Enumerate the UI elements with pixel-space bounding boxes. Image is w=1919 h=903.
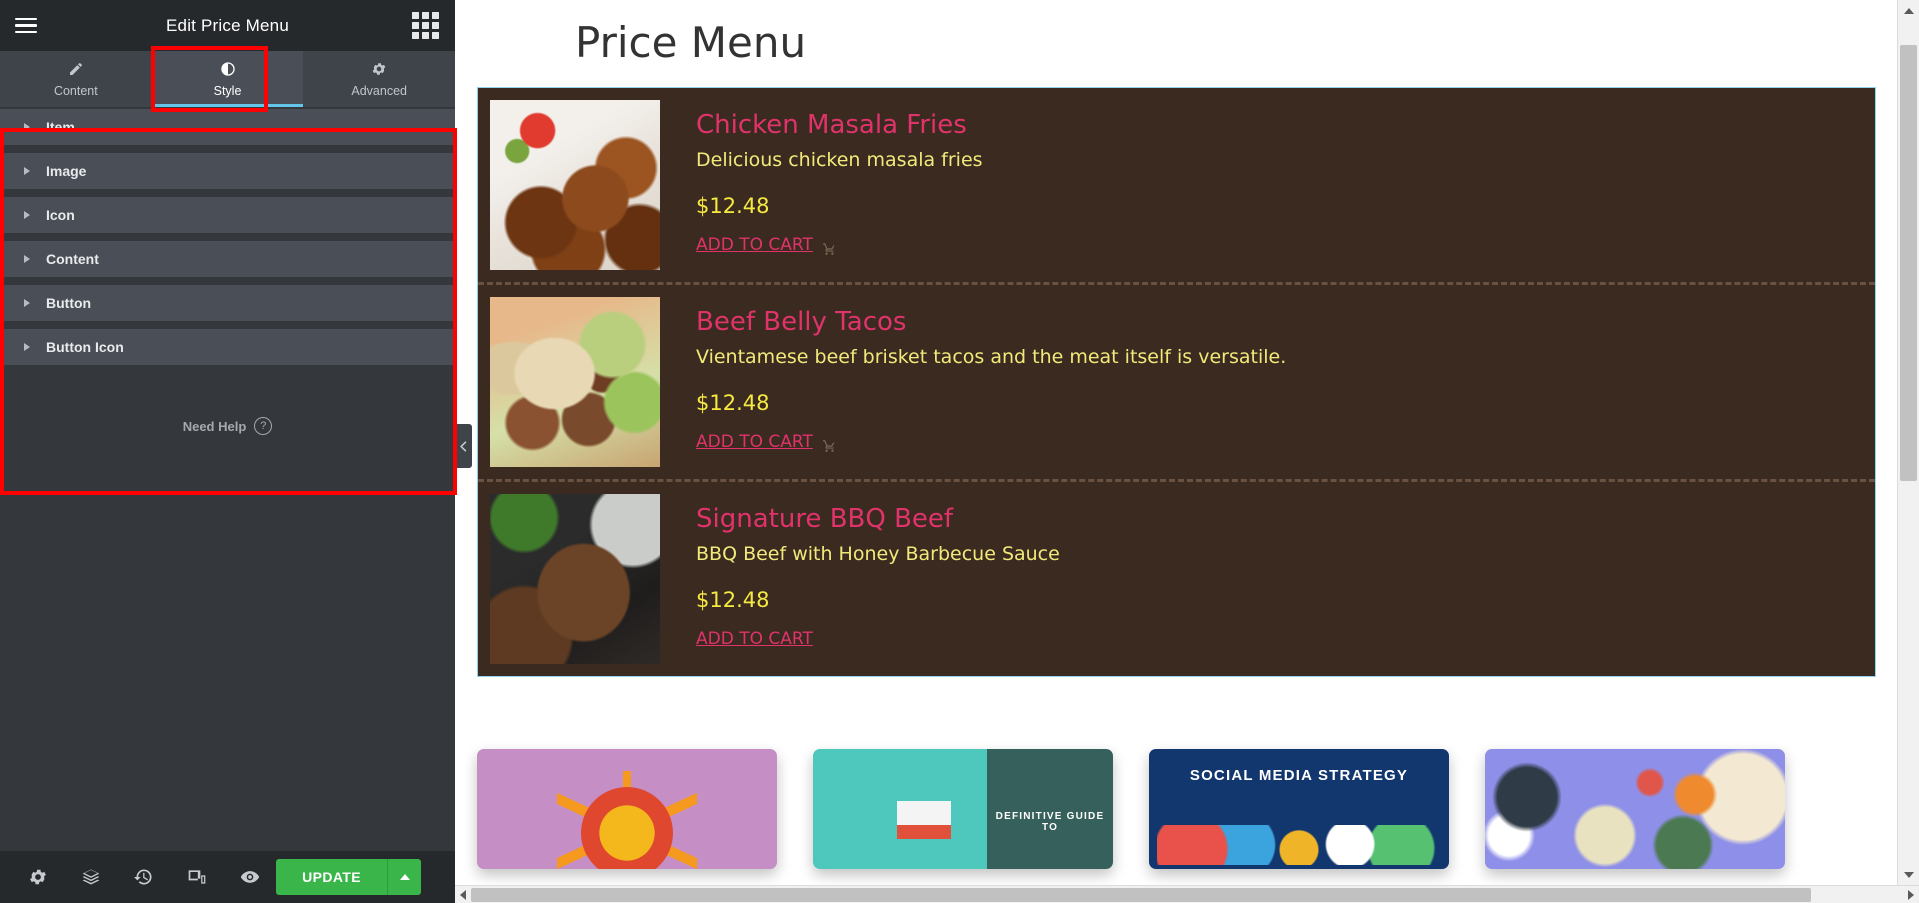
sidebar-item-label: Content	[46, 251, 99, 267]
shopping-cart-icon	[822, 438, 837, 452]
scroll-up-arrow[interactable]	[1898, 0, 1919, 21]
promo-card-label: SOCIAL MEDIA STRATEGY	[1189, 767, 1409, 784]
panel-title: Edit Price Menu	[166, 15, 289, 35]
menu-item[interactable]: Signature BBQ Beef BBQ Beef with Honey B…	[478, 479, 1875, 676]
sidebar-item-label: Button	[46, 295, 92, 311]
settings-gear-icon[interactable]	[12, 851, 65, 903]
add-to-cart-label: ADD TO CART	[696, 431, 813, 452]
scroll-left-arrow[interactable]	[455, 886, 471, 903]
menu-item-price: $12.48	[696, 587, 770, 612]
sidebar-item-label: Button Icon	[46, 339, 124, 355]
gear-icon	[371, 61, 387, 80]
sunburst-graphic	[557, 771, 697, 869]
history-clock-icon[interactable]	[118, 851, 171, 903]
caret-up-icon[interactable]	[387, 859, 421, 895]
vertical-scrollbar[interactable]	[1897, 0, 1919, 885]
sidebar-item-image[interactable]: Image	[0, 153, 455, 197]
price-menu-widget[interactable]: Chicken Masala Fries Delicious chicken m…	[477, 87, 1876, 677]
vertical-scrollbar-thumb[interactable]	[1900, 45, 1917, 481]
menu-item-image	[490, 100, 660, 270]
editor-panel: Edit Price Menu Content Style Advanced I…	[0, 0, 455, 903]
elementor-editor: Edit Price Menu Content Style Advanced I…	[0, 0, 1919, 903]
sidebar-item-label: Icon	[46, 207, 75, 223]
page-title: Price Menu	[575, 18, 807, 67]
menu-item-title: Chicken Masala Fries	[696, 110, 967, 140]
menu-item-description: Vientamese beef brisket tacos and the me…	[696, 346, 1287, 369]
chevron-right-icon	[24, 123, 30, 131]
responsive-mode-icon[interactable]	[170, 851, 223, 903]
promo-card[interactable]: SOCIAL MEDIA STRATEGY	[1149, 749, 1449, 869]
pencil-icon	[68, 61, 84, 80]
sidebar-item-content[interactable]: Content	[0, 241, 455, 285]
menu-item-image	[490, 297, 660, 467]
sidebar-item-label: Image	[46, 163, 87, 179]
sidebar-item-button[interactable]: Button	[0, 285, 455, 329]
contrast-half-circle-icon	[220, 61, 236, 80]
tab-style[interactable]: Style	[151, 51, 304, 107]
promo-card[interactable]	[1485, 749, 1785, 869]
sidebar-item-icon[interactable]: Icon	[0, 197, 455, 241]
panel-header: Edit Price Menu	[0, 0, 455, 51]
question-mark-circle-icon: ?	[254, 417, 273, 435]
preview-canvas: Price Menu Chicken Masala Fries Deliciou…	[455, 0, 1919, 903]
menu-item-description: Delicious chicken masala fries	[696, 149, 983, 172]
menu-item-title: Signature BBQ Beef	[696, 504, 954, 534]
menu-item-image	[490, 494, 660, 664]
gears-graphic	[1485, 749, 1785, 869]
menu-item-title: Beef Belly Tacos	[696, 307, 907, 337]
menu-item-price: $12.48	[696, 193, 770, 218]
menu-item-price: $12.48	[696, 390, 770, 415]
envelope-graphic	[897, 801, 951, 839]
social-icons-graphic	[1157, 825, 1441, 865]
menu-item[interactable]: Beef Belly Tacos Vientamese beef brisket…	[478, 282, 1875, 479]
sidebar-item-label: Item	[46, 119, 75, 135]
promo-card-label: DEFINITIVE GUIDE TO	[995, 811, 1105, 833]
chevron-left-icon	[460, 440, 467, 452]
shopping-cart-icon	[822, 241, 837, 255]
sidebar-item-button-icon[interactable]: Button Icon	[0, 329, 455, 373]
menu-item-description: BBQ Beef with Honey Barbecue Sauce	[696, 543, 1060, 566]
horizontal-scrollbar[interactable]	[455, 885, 1919, 903]
widgets-grid-icon[interactable]	[412, 12, 439, 39]
chevron-right-icon	[24, 211, 30, 219]
tab-advanced-label: Advanced	[351, 83, 407, 98]
add-to-cart-button[interactable]: ADD TO CART	[696, 235, 837, 255]
promo-cards-strip: DEFINITIVE GUIDE TO SOCIAL MEDIA STRATEG…	[477, 677, 1898, 869]
panel-footer: UPDATE	[0, 851, 455, 903]
update-group: UPDATE	[276, 859, 421, 895]
hamburger-icon[interactable]	[0, 0, 52, 51]
promo-card[interactable]	[477, 749, 777, 869]
tab-style-label: Style	[213, 83, 242, 98]
chevron-right-icon	[24, 167, 30, 175]
menu-item[interactable]: Chicken Masala Fries Delicious chicken m…	[478, 88, 1875, 282]
panel-collapse-handle[interactable]	[455, 424, 472, 468]
need-help-label: Need Help	[182, 418, 247, 434]
scroll-down-arrow[interactable]	[1898, 864, 1919, 885]
need-help-link[interactable]: Need Help ?	[0, 417, 455, 435]
tab-content-label: Content	[53, 83, 98, 98]
sidebar-item-item[interactable]: Item	[0, 109, 455, 153]
chevron-right-icon	[24, 299, 30, 307]
scroll-right-arrow[interactable]	[1903, 886, 1919, 903]
panel-tabs: Content Style Advanced	[0, 51, 455, 107]
add-to-cart-button[interactable]: ADD TO CART	[696, 432, 837, 452]
chevron-right-icon	[24, 255, 30, 263]
navigator-layers-icon[interactable]	[65, 851, 118, 903]
promo-card[interactable]: DEFINITIVE GUIDE TO	[813, 749, 1113, 869]
add-to-cart-label: ADD TO CART	[696, 234, 813, 255]
update-button[interactable]: UPDATE	[276, 859, 387, 895]
preview-eye-icon[interactable]	[223, 851, 276, 903]
add-to-cart-label: ADD TO CART	[696, 628, 813, 649]
tab-advanced[interactable]: Advanced	[303, 51, 455, 107]
add-to-cart-button[interactable]: ADD TO CART	[696, 629, 813, 649]
tab-content[interactable]: Content	[0, 51, 152, 107]
horizontal-scrollbar-thumb[interactable]	[471, 888, 1811, 902]
style-sections-list: Item Image Icon Content Button Button Ic…	[0, 107, 455, 373]
chevron-right-icon	[24, 343, 30, 351]
